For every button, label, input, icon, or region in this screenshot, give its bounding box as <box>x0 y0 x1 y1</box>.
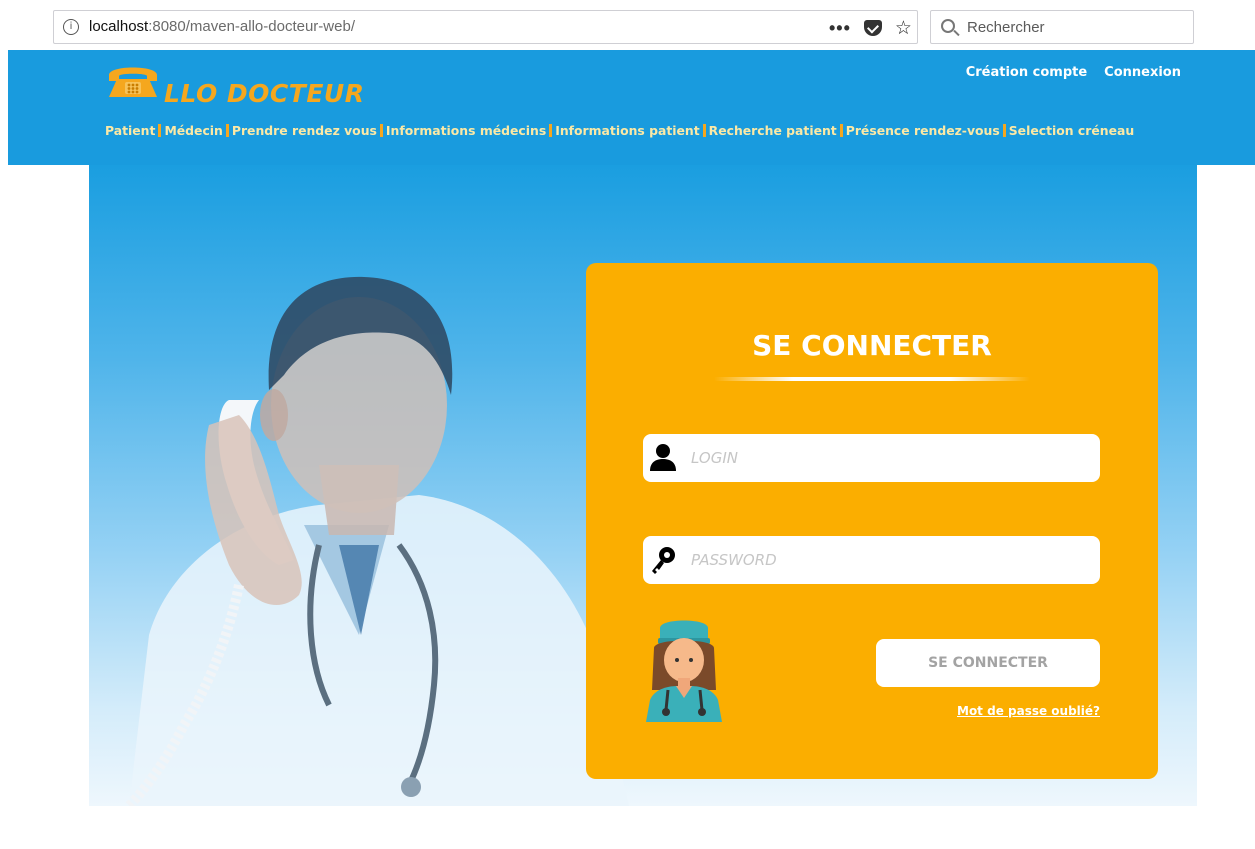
nav-separator <box>379 124 383 137</box>
nav-separator <box>549 124 553 137</box>
search-placeholder: Rechercher <box>967 19 1045 36</box>
browser-search-box[interactable]: Rechercher <box>930 10 1194 44</box>
title-underline <box>714 377 1030 381</box>
nav-informations-patient[interactable]: Informations patient <box>555 123 699 138</box>
password-field <box>643 536 1100 584</box>
create-account-link[interactable]: Création compte <box>966 65 1087 80</box>
search-icon <box>941 19 955 33</box>
url-host: localhost <box>89 18 149 35</box>
nav-informations-medecins[interactable]: Informations médecins <box>386 123 546 138</box>
key-icon <box>652 547 675 574</box>
nav-prendre-rendez-vous[interactable]: Prendre rendez vous <box>232 123 377 138</box>
login-field <box>643 434 1100 482</box>
nav-separator <box>158 124 162 137</box>
forgot-password-link[interactable]: Mot de passe oublié? <box>957 704 1100 718</box>
info-icon[interactable]: i <box>63 19 79 35</box>
nurse-avatar-icon <box>646 620 722 722</box>
nav-recherche-patient[interactable]: Recherche patient <box>709 123 837 138</box>
login-submit-button[interactable]: SE CONNECTER <box>876 639 1100 687</box>
login-link[interactable]: Connexion <box>1104 65 1181 80</box>
nav-separator <box>225 124 229 137</box>
pocket-icon[interactable] <box>863 20 882 36</box>
nav-separator <box>1002 124 1006 137</box>
nav-separator <box>702 124 706 137</box>
bookmark-star-icon[interactable]: ☆ <box>895 17 912 39</box>
nav-medecin[interactable]: Médecin <box>164 123 222 138</box>
nav-presence-rendez-vous[interactable]: Présence rendez-vous <box>846 123 1000 138</box>
site-logo-text[interactable]: LLO DOCTEUR <box>164 79 364 108</box>
site-header: LLO DOCTEUR Création compte Connexion Pa… <box>8 50 1255 165</box>
nav-patient[interactable]: Patient <box>105 123 155 138</box>
url-path: :8080/maven-allo-docteur-web/ <box>148 18 355 35</box>
doctor-on-phone-illustration <box>125 276 629 806</box>
address-bar-actions: ••• ☆ <box>829 15 912 41</box>
password-input[interactable] <box>691 536 1091 584</box>
login-title: SE CONNECTER <box>752 329 992 362</box>
address-bar[interactable]: i localhost:8080/maven-allo-docteur-web/… <box>53 10 918 44</box>
browser-toolbar: i localhost:8080/maven-allo-docteur-web/… <box>0 0 1255 50</box>
nav-separator <box>839 124 843 137</box>
nav-selection-creneau[interactable]: Selection créneau <box>1009 123 1134 138</box>
url-text[interactable]: localhost:8080/maven-allo-docteur-web/ <box>89 18 355 35</box>
main-nav: Patient Médecin Prendre rendez vous Info… <box>105 123 1134 138</box>
login-input[interactable] <box>691 434 1091 482</box>
user-icon <box>650 444 676 471</box>
phone-logo-icon <box>109 67 157 97</box>
account-links: Création compte Connexion <box>966 65 1181 80</box>
more-actions-icon[interactable]: ••• <box>829 18 851 39</box>
login-form: SE CONNECTER LOGIN SE CONNECTER Mot de p… <box>586 263 1158 779</box>
